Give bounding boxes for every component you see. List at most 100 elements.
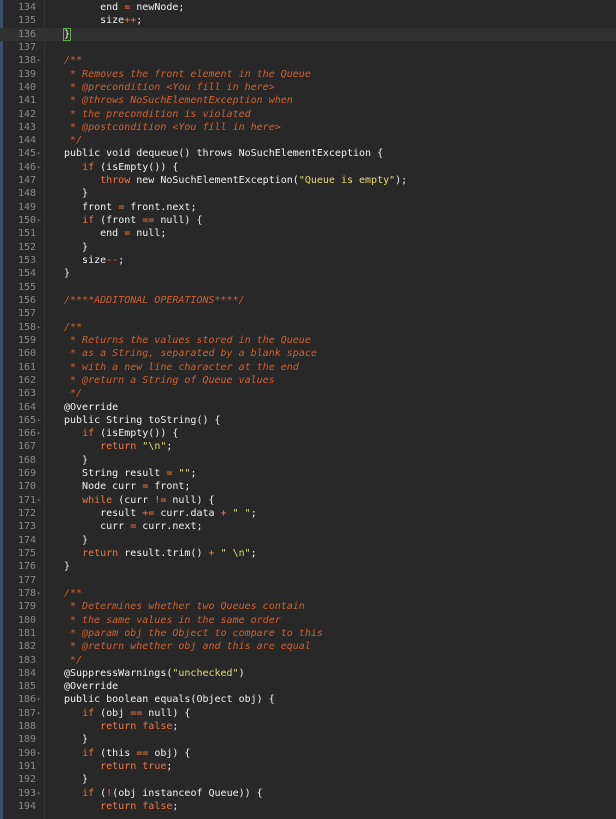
code-line[interactable]: 152 } (0, 241, 616, 254)
code-line[interactable]: 156 /****ADDITONAL OPERATIONS****/ (0, 294, 616, 307)
token: * Returns the values stored in the Queue (64, 334, 311, 346)
code-line[interactable]: 169 String result = ""; (0, 467, 616, 480)
code-line[interactable]: 183 */ (0, 654, 616, 667)
code-line[interactable]: 146 ▸ if (isEmpty()) { (0, 161, 616, 174)
code-line[interactable]: 161 * with a new line character at the e… (0, 361, 616, 374)
code-text: throw new NoSuchElementException("Queue … (64, 174, 407, 187)
code-line[interactable]: 151 end = null; (0, 227, 616, 240)
code-line[interactable]: 142 * the precondition is violated (0, 108, 616, 121)
code-line[interactable]: 177 (0, 574, 616, 587)
code-line[interactable]: 164 @Override (0, 401, 616, 414)
token: */ (64, 135, 83, 147)
fold-toggle-icon[interactable]: ▸ (37, 707, 41, 720)
token: front.next; (124, 201, 197, 213)
code-line[interactable]: 134 end = newNode; (0, 1, 616, 14)
code-line[interactable]: 163 */ (0, 387, 616, 400)
token: return (100, 721, 137, 733)
code-line[interactable]: 141 * @throws NoSuchElementException whe… (0, 94, 616, 107)
code-line[interactable]: 155 (0, 281, 616, 294)
code-line[interactable]: 150 ▸ if (front == null) { (0, 214, 616, 227)
code-text: /** (64, 587, 82, 600)
code-line[interactable]: 167 return "\n"; (0, 440, 616, 453)
code-line[interactable]: 148 } (0, 187, 616, 200)
fold-toggle-icon[interactable]: ▸ (37, 747, 41, 760)
token: @Override (64, 401, 119, 413)
code-line[interactable]: 135 size++; (0, 14, 616, 27)
fold-toggle-icon[interactable]: ▸ (37, 321, 41, 334)
line-number: 179 (17, 601, 36, 613)
line-number: 166 (17, 428, 36, 440)
code-line[interactable]: 190 ▸ if (this == obj) { (0, 747, 616, 760)
code-line[interactable]: 194 return false; (0, 800, 616, 813)
fold-toggle-icon[interactable]: ▸ (37, 414, 41, 427)
token: ; (250, 548, 257, 559)
code-line[interactable]: 147 throw new NoSuchElementException("Qu… (0, 174, 616, 187)
code-line[interactable]: 187 ▸ if (obj == null) { (0, 707, 616, 720)
fold-toggle-icon[interactable]: ▸ (37, 54, 41, 67)
code-line[interactable]: 185 @Override (0, 680, 616, 693)
code-line[interactable]: 175 return result.trim() + " \n"; (0, 547, 616, 560)
token: ; (136, 15, 143, 27)
code-line[interactable]: 168 } (0, 454, 616, 467)
code-line[interactable]: 173 curr = curr.next; (0, 520, 616, 533)
fold-toggle-icon[interactable]: ▸ (37, 587, 41, 600)
code-line[interactable]: 159 * Returns the values stored in the Q… (0, 334, 616, 347)
code-line[interactable]: 184 @SuppressWarnings("unchecked") (0, 667, 616, 680)
code-line[interactable]: 178 ▸ /** (0, 587, 616, 600)
code-line[interactable]: 157 (0, 307, 616, 320)
code-line[interactable]: 174 } (0, 534, 616, 547)
code-line[interactable]: 160 * as a String, separated by a blank … (0, 347, 616, 360)
code-line[interactable]: 180 * the same values in the same order (0, 614, 616, 627)
token: } (64, 454, 89, 466)
fold-toggle-icon[interactable]: ▸ (37, 147, 41, 160)
code-line[interactable]: 170 Node curr = front; (0, 480, 616, 493)
token: } (64, 188, 89, 200)
code-line[interactable]: 162 * @return a String of Queue values (0, 374, 616, 387)
code-line[interactable]: 189 } (0, 733, 616, 746)
code-line[interactable]: 181 * @param obj the Object to compare t… (0, 627, 616, 640)
token: curr (64, 521, 131, 533)
code-line[interactable]: 179 * Determines whether two Queues cont… (0, 600, 616, 613)
fold-toggle-icon[interactable]: ▸ (37, 693, 41, 706)
code-line[interactable]: 193 ▸ if (!(obj instanceof Queue)) { (0, 787, 616, 800)
line-number: 140 (17, 81, 36, 93)
code-line[interactable]: 136} (0, 27, 616, 41)
code-text: String result = ""; (64, 467, 196, 480)
code-line[interactable]: 172 result += curr.data + " "; (0, 507, 616, 520)
token: if (82, 787, 95, 799)
token: * @precondition <You fill in here> (64, 81, 275, 93)
code-line[interactable]: 165 ▸ public String toString() { (0, 414, 616, 427)
code-line[interactable]: 144 */ (0, 134, 616, 147)
code-line[interactable]: 182 * @return whether obj and this are e… (0, 640, 616, 653)
code-line[interactable]: 139 * Removes the front element in the Q… (0, 68, 616, 81)
code-line[interactable]: 145 ▸ public void dequeue() throws NoSuchE… (0, 147, 616, 160)
code-line[interactable]: 188 return false; (0, 720, 616, 733)
token: "\n" (142, 441, 167, 453)
code-text: result += curr.data + " "; (64, 507, 257, 520)
code-line[interactable]: 171 ▸ while (curr != null) { (0, 494, 616, 507)
fold-toggle-icon[interactable]: ▸ (37, 214, 41, 227)
matched-brace: } (62, 27, 72, 41)
code-line[interactable]: 158 ▸ /** (0, 321, 616, 334)
code-line[interactable]: 166 ▸ if (isEmpty()) { (0, 427, 616, 440)
fold-toggle-icon[interactable]: ▸ (37, 161, 41, 174)
code-text: * @throws NoSuchElementException when (64, 94, 293, 107)
code-line[interactable]: 137 (0, 41, 616, 54)
fold-toggle-icon[interactable]: ▸ (37, 494, 41, 507)
code-line[interactable]: 186 ▸ public boolean equals(Object obj) { (0, 693, 616, 706)
code-line[interactable]: 191 return true; (0, 760, 616, 773)
code-line[interactable]: 176} (0, 560, 616, 573)
code-line[interactable]: 138 ▸ /** (0, 54, 616, 67)
code-line[interactable]: 149 front = front.next; (0, 201, 616, 214)
code-line[interactable]: 140 * @precondition <You fill in here> (0, 81, 616, 94)
line-number: 180 (17, 614, 36, 626)
code-line[interactable]: 154} (0, 267, 616, 280)
code-editor[interactable]: 134 end = newNode; 135 size++; 136} 137 138 ▸… (0, 0, 616, 819)
code-line[interactable]: 192 } (0, 773, 616, 786)
code-line[interactable]: 153 size--; (0, 254, 616, 267)
fold-toggle-icon[interactable]: ▸ (37, 787, 41, 800)
code-line[interactable]: 143 * @postcondition <You fill in here> (0, 121, 616, 134)
fold-toggle-icon[interactable]: ▸ (37, 427, 41, 440)
token: } (64, 561, 71, 573)
